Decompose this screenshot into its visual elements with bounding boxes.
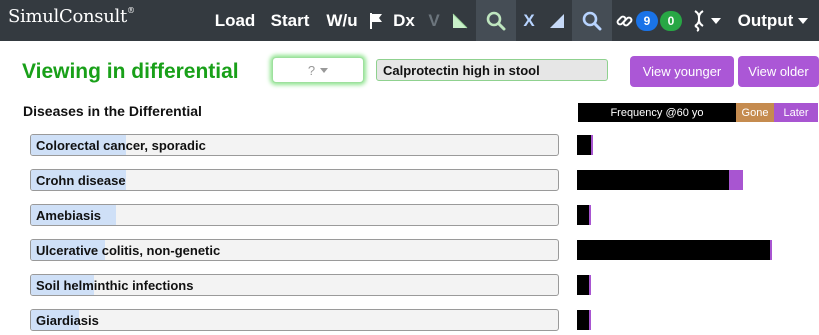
workup-button[interactable]: W/u xyxy=(320,0,364,41)
view-older-button[interactable]: View older xyxy=(738,56,819,87)
legend-later: Later xyxy=(774,103,818,122)
frequency-bar-segment xyxy=(577,275,589,295)
disease-name: Colorectal cancer, sporadic xyxy=(36,138,206,153)
badge-green-count: 0 xyxy=(667,14,675,28)
disease-row[interactable]: Ulcerative colitis, non-genetic xyxy=(30,239,559,261)
frequency-bar xyxy=(577,310,591,330)
badge-blue[interactable]: 9 xyxy=(636,11,658,31)
load-button[interactable]: Load xyxy=(209,0,261,41)
later-bar-segment xyxy=(729,170,743,190)
logo-trademark: ® xyxy=(126,6,135,15)
disease-name: Crohn disease xyxy=(36,173,126,188)
disease-name: Amebiasis xyxy=(36,208,102,223)
later-bar-segment xyxy=(589,205,591,225)
disease-name: Ulcerative colitis, non-genetic xyxy=(36,243,221,258)
start-label: Start xyxy=(270,10,310,30)
disease-name: Soil helminthic infections xyxy=(36,278,194,293)
chevron-down-icon xyxy=(710,17,721,24)
frequency-bar xyxy=(577,275,591,295)
x-button[interactable]: X xyxy=(517,0,541,41)
top-navbar: SimulConsult® Load Start W/u Dx V X 9 0 … xyxy=(0,0,819,41)
frequency-bar-segment xyxy=(577,135,591,155)
v-label: V xyxy=(428,10,440,30)
flag-icon[interactable] xyxy=(364,0,388,41)
badge-blue-count: 9 xyxy=(643,14,651,28)
frequency-bar xyxy=(577,135,593,155)
dx-button[interactable]: Dx xyxy=(388,0,420,41)
start-button[interactable]: Start xyxy=(264,0,316,41)
selected-finding[interactable]: Calprotectin high in stool xyxy=(376,59,608,81)
triangle-green-icon[interactable] xyxy=(447,0,473,41)
page-title: Viewing in differential xyxy=(22,60,239,83)
search-icon[interactable] xyxy=(476,0,516,41)
legend-frequency: Frequency @60 yo xyxy=(578,103,736,122)
frequency-bar xyxy=(577,240,772,260)
disease-row[interactable]: Giardiasis xyxy=(30,309,559,331)
disease-name: Giardiasis xyxy=(36,313,99,328)
later-bar-segment xyxy=(589,275,591,295)
x-label: X xyxy=(523,10,535,30)
simulconsult-logo[interactable]: SimulConsult® xyxy=(8,6,135,27)
frequency-bar-segment xyxy=(577,205,589,225)
frequency-bar-segment xyxy=(577,310,589,330)
output-menu[interactable]: Output xyxy=(732,0,814,41)
dx-label: Dx xyxy=(393,10,415,30)
triangle-blue-icon[interactable] xyxy=(544,0,570,41)
disease-row[interactable]: Soil helminthic infections xyxy=(30,274,559,296)
later-bar-segment xyxy=(589,310,591,330)
question-select-value: ? xyxy=(307,62,316,78)
output-label: Output xyxy=(737,10,794,30)
load-label: Load xyxy=(214,10,256,30)
differential-heading: Diseases in the Differential xyxy=(23,103,202,119)
frequency-bar-segment xyxy=(577,240,770,260)
frequency-bar xyxy=(577,205,591,225)
chevron-down-icon xyxy=(798,17,809,24)
disease-row[interactable]: Crohn disease xyxy=(30,169,559,191)
question-select[interactable]: ? xyxy=(272,57,364,83)
search-blue-icon[interactable] xyxy=(572,0,612,41)
disease-row[interactable]: Amebiasis xyxy=(30,204,559,226)
dna-menu-icon[interactable] xyxy=(688,0,724,41)
v-button[interactable]: V xyxy=(424,0,444,41)
frequency-bar-segment xyxy=(577,170,729,190)
link-icon[interactable] xyxy=(614,0,636,41)
view-younger-button[interactable]: View younger xyxy=(630,56,734,87)
later-bar-segment xyxy=(591,135,593,155)
legend-gone: Gone xyxy=(736,103,774,122)
disease-row[interactable]: Colorectal cancer, sporadic xyxy=(30,134,559,156)
frequency-bar xyxy=(577,170,743,190)
logo-text: SimulConsult xyxy=(8,6,127,27)
workup-label: W/u xyxy=(326,10,358,30)
chevron-down-icon xyxy=(320,67,329,73)
badge-green[interactable]: 0 xyxy=(660,11,682,31)
later-bar-segment xyxy=(770,240,772,260)
